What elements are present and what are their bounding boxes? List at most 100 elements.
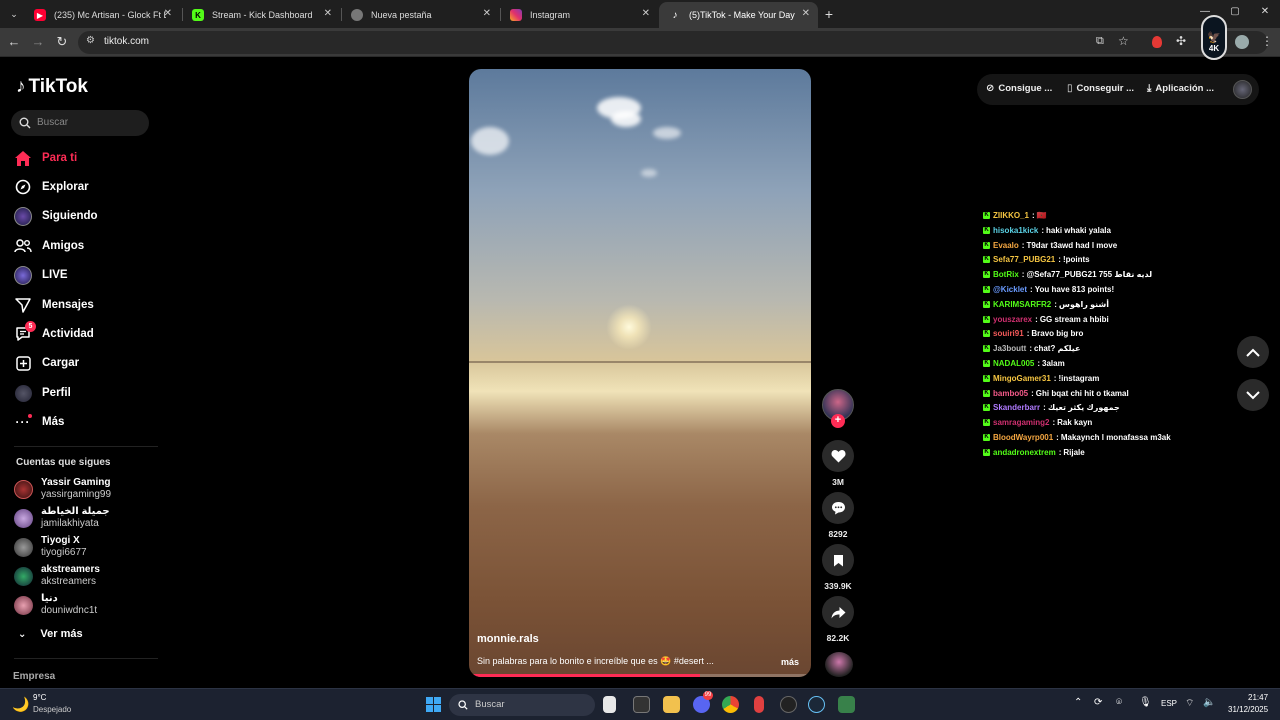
comment-button[interactable] xyxy=(822,492,854,524)
network-icon[interactable]: ⌾ xyxy=(1116,697,1122,708)
nav-item-cargar[interactable]: Cargar xyxy=(14,352,79,374)
get-coins-button[interactable]: ⊘ Consigue ... xyxy=(986,83,1052,94)
caption-more-button[interactable]: más xyxy=(781,657,799,667)
address-bar[interactable]: ⚙ tiktok.com ⧉ ☆ xyxy=(78,31,1268,54)
following-item[interactable]: جميلة الخياطة jamilakhiyata xyxy=(14,506,110,530)
taskbar-search-input[interactable]: Buscar xyxy=(449,694,595,716)
nav-item-amigos[interactable]: Amigos xyxy=(14,235,84,257)
search-input[interactable]: Buscar xyxy=(11,110,149,136)
previous-video-button[interactable] xyxy=(1237,336,1269,368)
video-player[interactable]: monnie.rals Sin palabras para lo bonito … xyxy=(469,69,811,677)
close-icon[interactable]: ✕ xyxy=(324,8,332,19)
share-button[interactable] xyxy=(822,596,854,628)
task-view-icon[interactable] xyxy=(603,696,616,713)
terminal-icon[interactable] xyxy=(633,696,650,713)
weather-temp[interactable]: 9°C xyxy=(33,693,46,702)
extension-icon[interactable] xyxy=(1152,36,1162,48)
music-disc-icon[interactable] xyxy=(825,652,853,677)
clock-time[interactable]: 21:47 xyxy=(1248,693,1268,702)
steam-icon[interactable] xyxy=(808,696,825,713)
footer-company-link[interactable]: Empresa xyxy=(13,671,55,682)
microphone-icon[interactable]: 🎙 xyxy=(1139,697,1152,708)
chat-username[interactable]: KARIMSARFR2 xyxy=(993,300,1051,309)
forward-button[interactable]: → xyxy=(29,33,47,51)
windows-start-icon[interactable] xyxy=(426,697,441,712)
tab-search-icon[interactable]: ⌄ xyxy=(5,5,23,23)
chat-username[interactable]: BotRix xyxy=(993,270,1019,279)
wifi-icon[interactable]: ⌔ xyxy=(1185,697,1194,710)
desktop-app-button[interactable]: ⤓ Aplicación ... xyxy=(1147,83,1214,94)
maximize-button[interactable]: ▢ xyxy=(1226,3,1244,21)
close-icon[interactable]: ✕ xyxy=(802,8,810,19)
follow-plus-button[interactable]: + xyxy=(831,414,845,428)
close-icon[interactable]: ✕ xyxy=(164,8,172,19)
weather-desc[interactable]: Despejado xyxy=(33,705,71,714)
nav-item-para-ti[interactable]: Para ti xyxy=(14,147,77,169)
reload-button[interactable]: ↻ xyxy=(53,33,71,51)
browser-menu-icon[interactable]: ⋮ xyxy=(1261,34,1273,48)
chat-username[interactable]: Ja3boutt xyxy=(993,344,1026,353)
extensions-puzzle-icon[interactable]: ✣ xyxy=(1176,34,1186,48)
phone-icon: ▯ xyxy=(1067,83,1073,94)
tab-tiktok[interactable]: ♪ (5)TikTok - Make Your Day ✕ xyxy=(659,2,818,28)
app-icon[interactable] xyxy=(838,696,855,713)
bookmark-star-icon[interactable]: ☆ xyxy=(1118,34,1129,48)
microphone-app-icon[interactable] xyxy=(754,696,764,713)
tab-instagram[interactable]: Instagram ✕ xyxy=(500,2,658,28)
nav-item-siguiendo[interactable]: Siguiendo xyxy=(14,205,98,227)
chevron-up-icon[interactable]: ⌃ xyxy=(1074,697,1082,708)
new-tab-button[interactable]: + xyxy=(820,5,838,23)
tab-kick[interactable]: K Stream - Kick Dashboard ✕ xyxy=(182,2,340,28)
video-author[interactable]: monnie.rals xyxy=(477,633,539,645)
chat-username[interactable]: hisoka1kick xyxy=(993,226,1038,235)
user-avatar[interactable] xyxy=(1233,80,1252,99)
chat-username[interactable]: Sefa77_PUBG21 xyxy=(993,255,1055,264)
chat-username[interactable]: andadronextrem xyxy=(993,448,1056,457)
nav-item-actividad[interactable]: 5 Actividad xyxy=(14,321,94,345)
see-more-button[interactable]: ⌄ Ver más xyxy=(18,623,83,645)
chat-username[interactable]: NADAL005 xyxy=(993,359,1034,368)
chrome-icon[interactable] xyxy=(722,696,739,713)
tab-youtube[interactable]: ▶ (235) Mc Artisan - Glock Ft Didi ✕ xyxy=(24,2,180,28)
chat-username[interactable]: MingoGamer31 xyxy=(993,374,1051,383)
nav-item-perfil[interactable]: Perfil xyxy=(14,382,71,404)
site-info-icon[interactable]: ⚙ xyxy=(86,35,95,46)
chat-username[interactable]: souiri91 xyxy=(993,329,1024,338)
chat-username[interactable]: Skanderbarr xyxy=(993,403,1040,412)
save-button[interactable] xyxy=(822,544,854,576)
obs-icon[interactable] xyxy=(780,696,797,713)
tiktok-logo[interactable]: ♪ TikTok xyxy=(16,76,88,98)
chat-username[interactable]: @Kicklet xyxy=(993,285,1027,294)
install-app-icon[interactable]: ⧉ xyxy=(1096,35,1104,48)
nav-item-mas[interactable]: ··· Más xyxy=(14,411,64,433)
clock-date[interactable]: 31/12/2025 xyxy=(1228,705,1268,714)
chat-separator: : xyxy=(1021,270,1025,280)
following-item[interactable]: Yassir Gaming yassirgaming99 xyxy=(14,477,111,501)
profile-avatar-icon[interactable] xyxy=(1235,35,1249,49)
nav-item-explorar[interactable]: Explorar xyxy=(14,176,89,198)
tab-new[interactable]: Nueva pestaña ✕ xyxy=(341,2,499,28)
chat-username[interactable]: samragaming2 xyxy=(993,418,1049,427)
nav-item-mensajes[interactable]: Mensajes xyxy=(14,294,94,316)
volume-icon[interactable]: 🔈 xyxy=(1203,697,1215,708)
nav-item-live[interactable]: LIVE xyxy=(14,264,68,286)
sync-icon[interactable]: ⟳ xyxy=(1094,697,1102,708)
following-item[interactable]: دنيا douniwdnc1t xyxy=(14,593,97,617)
following-item[interactable]: akstreamers akstreamers xyxy=(14,564,100,588)
video-progress-bar[interactable] xyxy=(473,674,807,677)
file-explorer-icon[interactable] xyxy=(663,696,680,713)
close-icon[interactable]: ✕ xyxy=(483,8,491,19)
next-video-button[interactable] xyxy=(1237,379,1269,411)
chat-username[interactable]: BloodWayrp001 xyxy=(993,433,1053,442)
chat-username[interactable]: ZIIKKO_1 xyxy=(993,211,1029,220)
get-app-button[interactable]: ▯ Conseguir ... xyxy=(1067,83,1134,94)
like-button[interactable] xyxy=(822,440,854,472)
language-indicator[interactable]: ESP xyxy=(1161,699,1177,708)
close-icon[interactable]: ✕ xyxy=(642,8,650,19)
following-item[interactable]: Tiyogi Xtiyogi6677 xyxy=(14,535,87,559)
chat-username[interactable]: youszarex xyxy=(993,315,1032,324)
chat-username[interactable]: bambo05 xyxy=(993,389,1028,398)
close-window-button[interactable]: ✕ xyxy=(1256,3,1274,21)
back-button[interactable]: ← xyxy=(5,33,23,51)
chat-username[interactable]: Evaalo xyxy=(993,241,1019,250)
